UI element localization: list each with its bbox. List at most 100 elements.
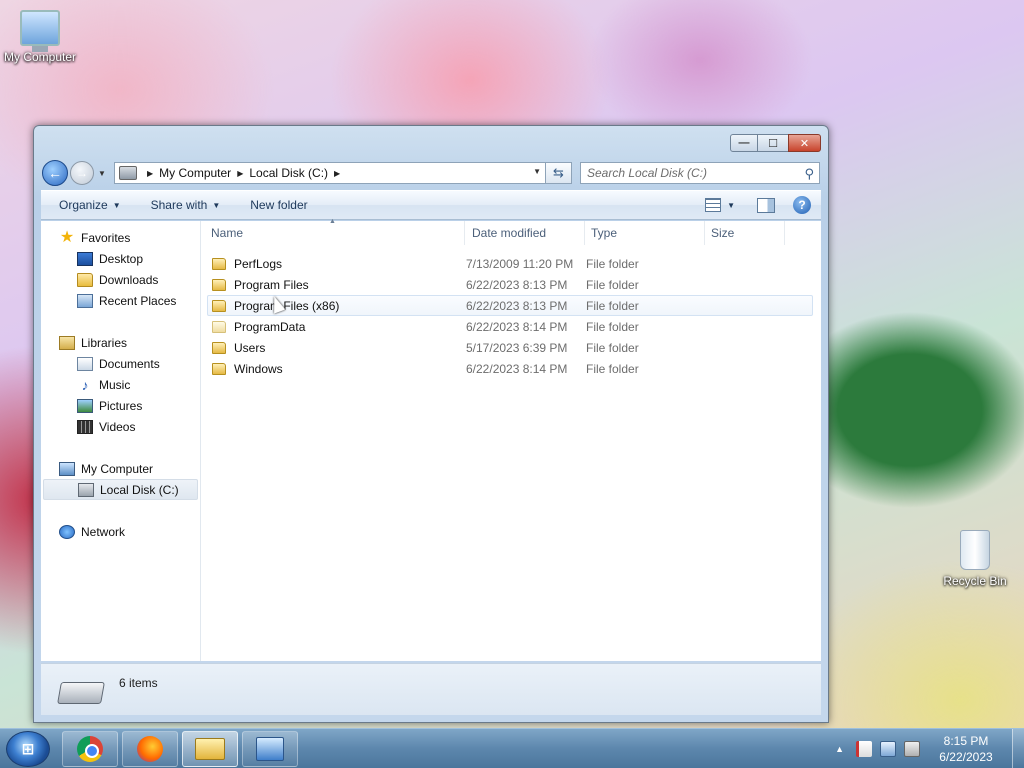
maximize-button[interactable]: ☐ (758, 134, 788, 152)
clock[interactable]: 8:15 PM 6/22/2023 (928, 733, 1004, 765)
computer-icon (59, 461, 75, 476)
new-folder-button[interactable]: New folder (250, 198, 307, 212)
breadcrumb-separator[interactable]: ▶ (237, 169, 243, 178)
network-status-icon[interactable] (880, 741, 896, 757)
recent-pages-dropdown[interactable]: ▼ (96, 169, 108, 178)
show-desktop-button[interactable] (1012, 729, 1024, 768)
volume-muted-icon[interactable] (904, 741, 920, 757)
nav-label: Videos (99, 419, 136, 434)
back-arrow-icon: ← (48, 165, 62, 181)
nav-music[interactable]: ♪ Music (41, 374, 200, 395)
nav-recent-places[interactable]: Recent Places (41, 290, 200, 311)
breadcrumb-separator[interactable]: ▶ (334, 169, 340, 178)
clock-date: 6/22/2023 (939, 750, 993, 764)
nav-label: Recent Places (99, 293, 177, 308)
nav-favorites[interactable]: ★ Favorites (41, 227, 200, 248)
breadcrumb-my-computer[interactable]: My Computer (159, 166, 231, 180)
file-type: File folder (586, 340, 639, 355)
taskbar-firefox[interactable] (122, 730, 178, 767)
nav-local-disk[interactable]: Local Disk (C:) (43, 479, 198, 500)
file-row[interactable]: Windows 6/22/2023 8:14 PM File folder (207, 358, 813, 379)
file-row[interactable]: Program Files 6/22/2023 8:13 PM File fol… (207, 274, 813, 295)
refresh-button[interactable]: ⇆ (546, 162, 572, 184)
desktop-icon-my-computer[interactable]: My Computer (0, 10, 80, 64)
music-note-icon: ♪ (81, 376, 89, 393)
file-type: File folder (586, 319, 639, 334)
file-type: File folder (586, 361, 639, 376)
file-row[interactable]: Users 5/17/2023 6:39 PM File folder (207, 337, 813, 358)
file-date: 6/22/2023 8:14 PM (466, 361, 568, 376)
file-date: 6/22/2023 8:13 PM (466, 277, 568, 292)
chevron-down-icon: ▼ (112, 200, 121, 210)
taskbar-network-app[interactable] (242, 730, 298, 767)
file-type: File folder (586, 298, 639, 313)
pictures-icon (77, 398, 93, 413)
back-button[interactable]: ← (42, 160, 68, 186)
address-history-dropdown[interactable]: ▼ (533, 167, 541, 176)
windows-logo-icon: ⊞ (21, 740, 35, 758)
file-type: File folder (586, 277, 639, 292)
column-header-date-modified[interactable]: Date modified (465, 220, 585, 245)
folder-icon (212, 257, 226, 270)
computer-icon (119, 166, 137, 180)
search-icon[interactable]: ⚲ (804, 166, 814, 182)
nav-label: Desktop (99, 251, 144, 266)
file-name: Program Files (234, 277, 309, 292)
film-strip-icon (77, 419, 93, 434)
chrome-icon (77, 735, 103, 762)
organize-button[interactable]: Organize ▼ (59, 198, 121, 212)
navigation-pane: ★ Favorites Desktop Downloads Recent Pla… (41, 221, 201, 661)
change-view-icon[interactable] (705, 198, 722, 212)
firefox-icon (137, 735, 163, 762)
help-icon[interactable]: ? (793, 196, 811, 214)
column-header-size[interactable]: Size (705, 220, 785, 245)
nav-downloads[interactable]: Downloads (41, 269, 200, 290)
nav-documents[interactable]: Documents (41, 353, 200, 374)
navigation-bar: ← → ▼ ▶ My Computer ▶ Local Disk (C:) ▶ … (42, 160, 820, 186)
view-options-dropdown[interactable]: ▼ (727, 201, 735, 210)
file-date: 7/13/2009 11:20 PM (466, 256, 574, 271)
explorer-icon (195, 737, 225, 760)
search-input[interactable]: Search Local Disk (C:) ⚲ (580, 162, 820, 184)
preview-pane-icon[interactable] (757, 197, 775, 213)
nav-label: Libraries (81, 335, 128, 350)
desktop-icon-recycle-bin[interactable]: Recycle Bin (935, 530, 1015, 588)
close-button[interactable]: ✕ (788, 134, 821, 152)
file-row[interactable]: ProgramData 6/22/2023 8:14 PM File folde… (207, 316, 813, 337)
nav-label: Pictures (99, 398, 143, 413)
column-header-type[interactable]: Type (585, 220, 705, 245)
taskbar-explorer[interactable] (182, 730, 238, 767)
address-bar[interactable]: ▶ My Computer ▶ Local Disk (C:) ▶ ▼ (114, 162, 546, 184)
nav-libraries[interactable]: Libraries (41, 332, 200, 353)
nav-my-computer[interactable]: My Computer (41, 458, 200, 479)
breadcrumb-separator[interactable]: ▶ (147, 169, 153, 178)
file-name: PerfLogs (234, 256, 283, 271)
network-globe-icon (59, 524, 75, 539)
chevron-down-icon: ▼ (212, 200, 221, 210)
start-button[interactable]: ⊞ (6, 730, 50, 767)
forward-arrow-icon: → (76, 166, 88, 180)
sort-ascending-icon: ▲ (329, 218, 336, 225)
nav-videos[interactable]: Videos (41, 416, 200, 437)
show-hidden-icons-icon[interactable]: ▲ (835, 744, 844, 754)
explorer-window: — ☐ ✕ ← → ▼ ▶ My Computer ▶ Local Disk (… (33, 125, 829, 723)
recent-places-icon (77, 293, 93, 308)
details-pane: 6 items (41, 663, 821, 715)
minimize-button[interactable]: — (730, 134, 758, 152)
taskbar-chrome[interactable] (62, 730, 118, 767)
folder-icon (212, 362, 226, 375)
file-row[interactable]: Program Files (x86) 6/22/2023 8:13 PM Fi… (207, 295, 813, 316)
star-icon: ★ (59, 228, 75, 246)
file-date: 6/22/2023 8:13 PM (466, 298, 568, 313)
file-list: ▲ Name Date modified Type Size PerfLogs … (201, 218, 821, 661)
nav-network[interactable]: Network (41, 521, 200, 542)
nav-pictures[interactable]: Pictures (41, 395, 200, 416)
forward-button[interactable]: → (70, 161, 94, 185)
action-center-flag-icon[interactable] (856, 741, 872, 757)
file-row[interactable]: PerfLogs 7/13/2009 11:20 PM File folder (207, 253, 813, 274)
breadcrumb-local-disk[interactable]: Local Disk (C:) (249, 166, 328, 180)
share-with-button[interactable]: Share with ▼ (151, 198, 221, 212)
nav-desktop[interactable]: Desktop (41, 248, 200, 269)
